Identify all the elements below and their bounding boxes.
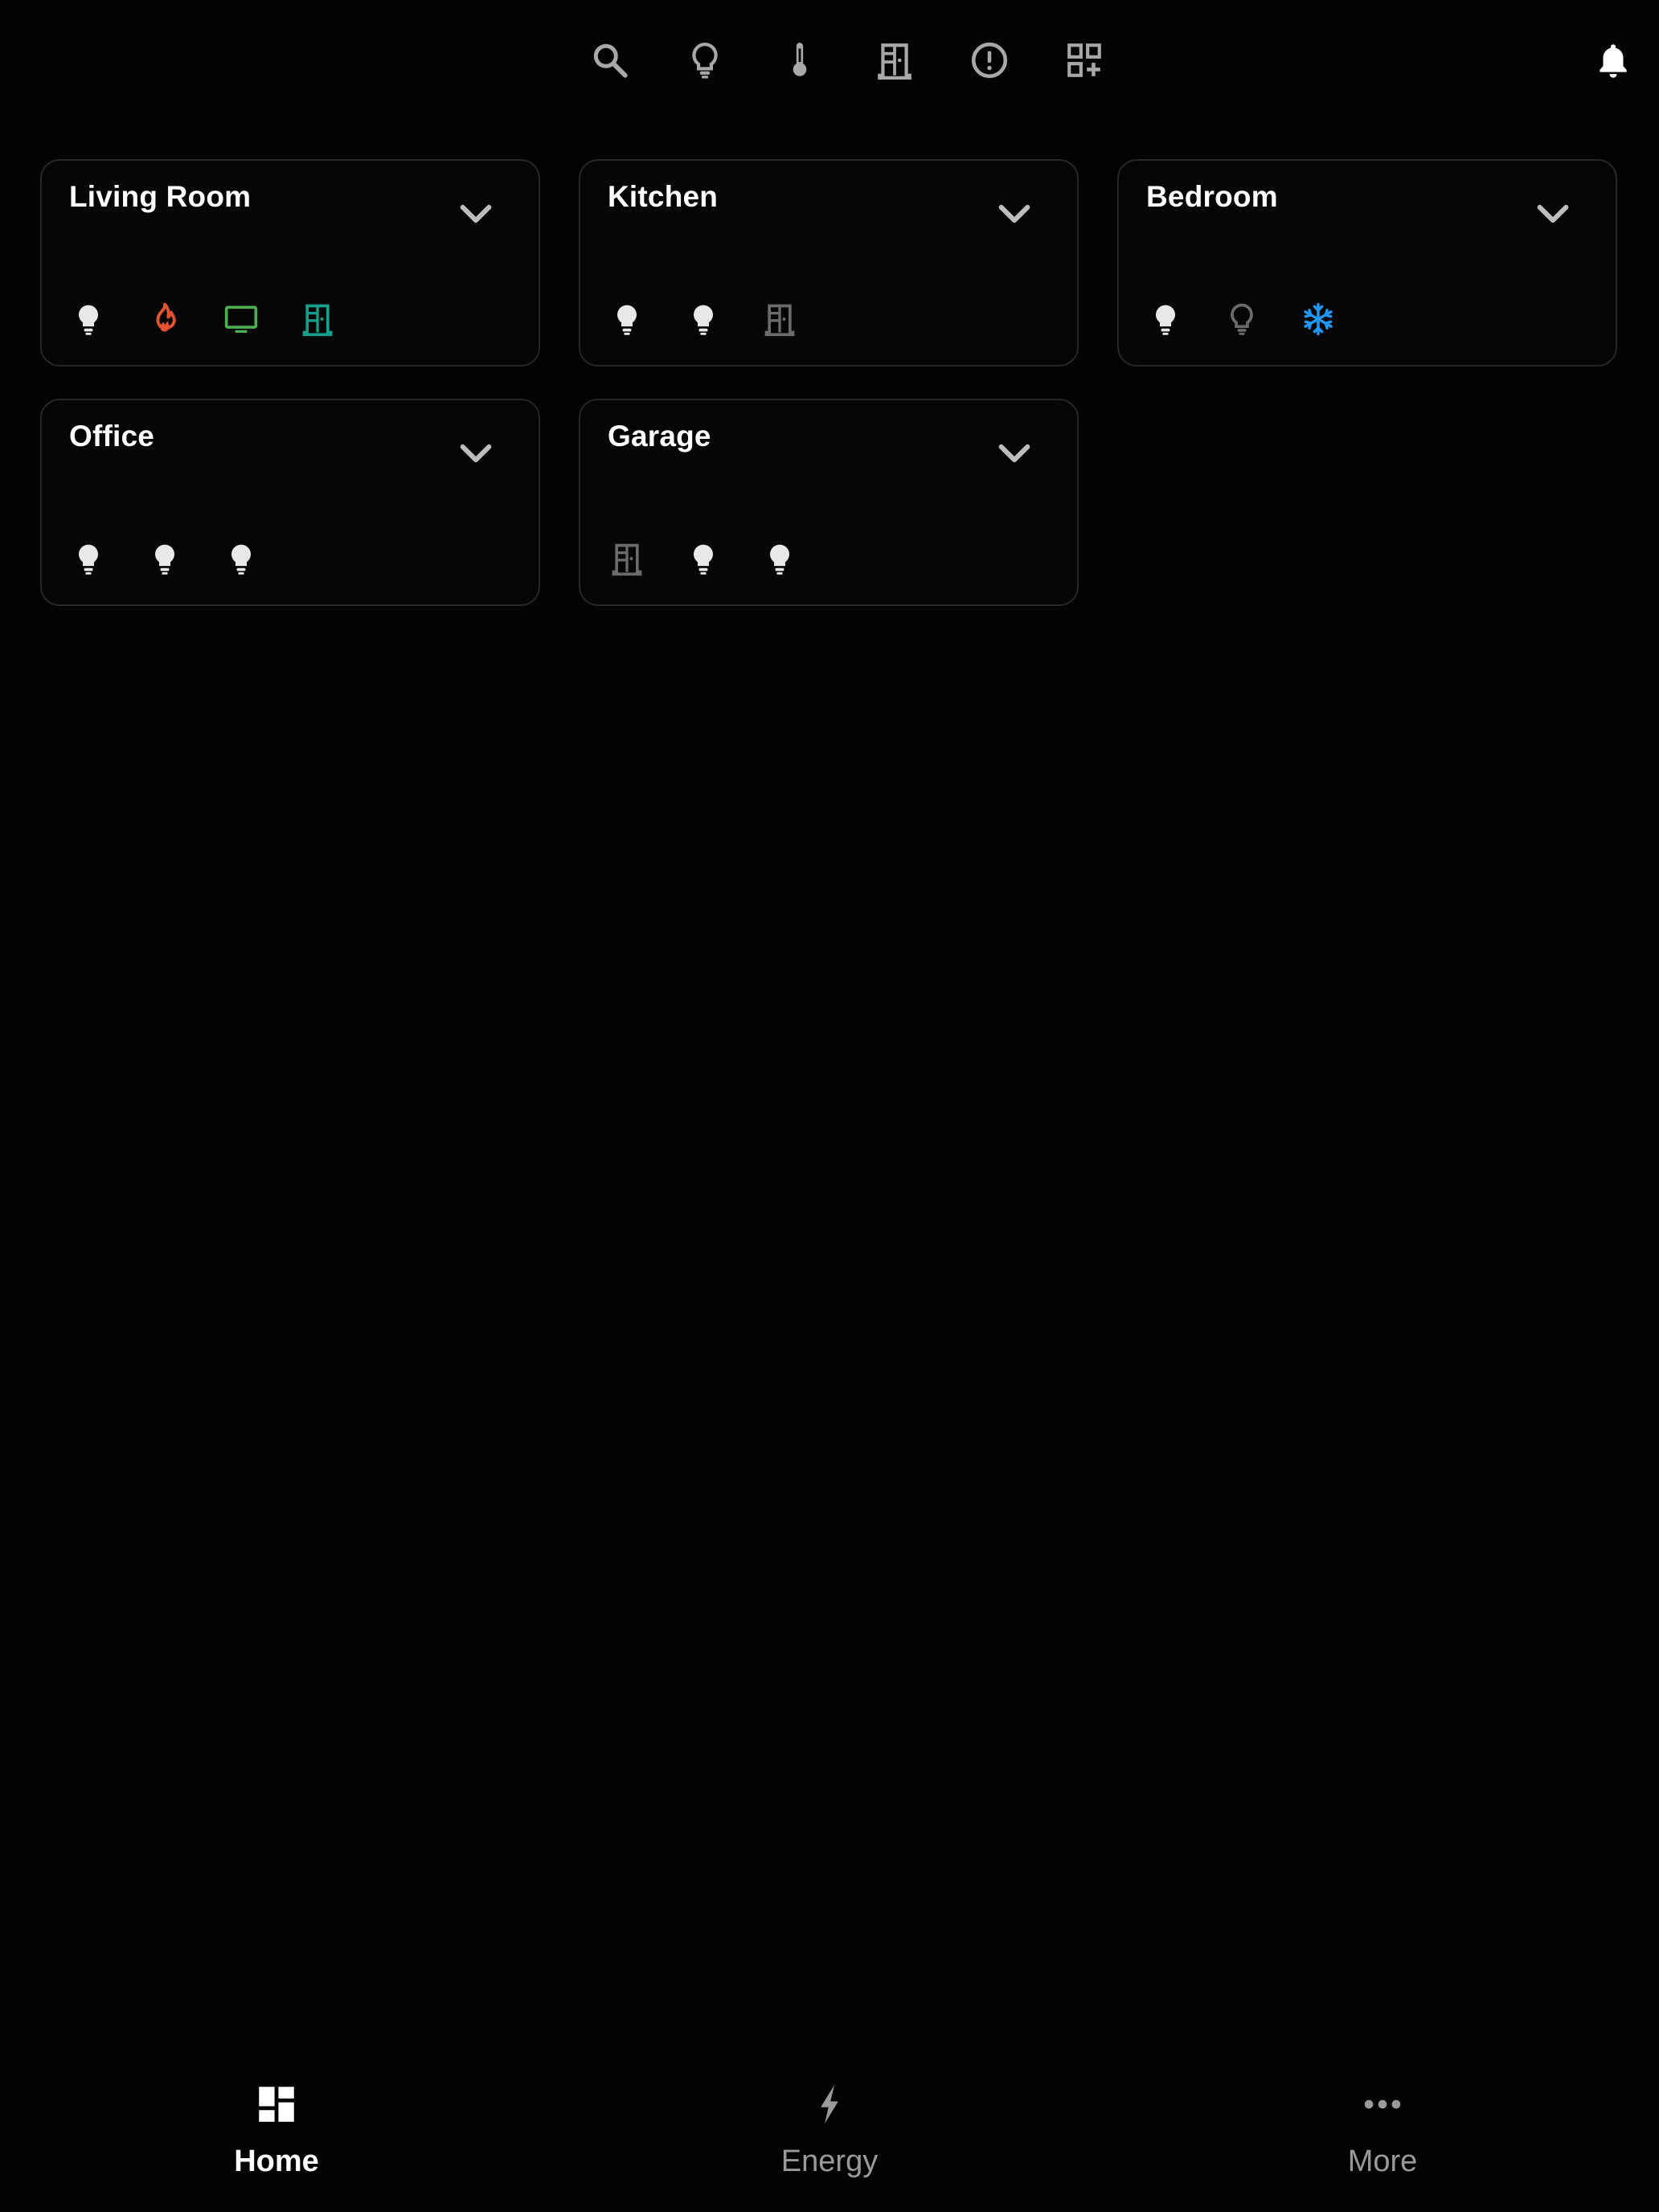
entity-door[interactable] [609,539,686,579]
bell-icon [1600,44,1627,78]
thermometer-icon [793,43,807,76]
entity-light-off[interactable] [1224,299,1301,339]
entity-door[interactable] [300,299,376,339]
area-card-garage[interactable]: Garage [579,399,1079,606]
area-entities [609,299,838,339]
lights-filter-button[interactable] [657,35,752,85]
door-icon [612,543,642,576]
bottom-navigation: Home Energy More [0,2058,1659,2212]
lightning-icon [821,2084,838,2124]
top-bar [0,0,1659,121]
lightbulb-outline-icon [1231,303,1253,335]
lightbulb-icon [617,305,637,335]
search-icon [593,43,628,78]
lightbulb-icon [79,305,98,335]
more-dots-icon [1364,2099,1401,2109]
lightbulb-icon [155,544,174,575]
nav-more[interactable]: More [1262,2058,1503,2212]
chevron-down-icon [998,204,1030,223]
add-widget-icon [1067,43,1101,77]
add-widget-button[interactable] [1037,35,1132,85]
chevron-down-icon [460,204,492,223]
area-card-living-room[interactable]: Living Room [40,159,540,367]
search-button[interactable] [563,35,657,85]
entity-light[interactable] [609,299,686,339]
top-bar-actions [563,35,1132,85]
door-icon [878,43,911,80]
area-entities [609,539,838,579]
lightbulb-icon [1156,305,1175,335]
entity-light[interactable] [686,299,762,339]
climate-filter-button[interactable] [752,35,847,85]
notifications-button[interactable] [1588,35,1638,85]
expand-button[interactable] [992,431,1037,476]
doors-filter-button[interactable] [847,35,942,85]
snowflake-icon [1304,302,1333,336]
door-icon [764,304,795,337]
alerts-button[interactable] [942,35,1037,85]
nav-energy[interactable]: Energy [709,2058,950,2212]
entity-light[interactable] [71,299,147,339]
nav-more-label: More [1347,2144,1418,2178]
chevron-down-icon [998,444,1030,463]
expand-button[interactable] [992,191,1037,236]
area-card-title: Kitchen [608,180,719,213]
area-entities [71,539,300,579]
area-entities [71,299,376,339]
nav-home-label: Home [234,2144,319,2178]
expand-button[interactable] [453,191,498,236]
entity-light[interactable] [1148,299,1224,339]
entity-light[interactable] [223,539,300,579]
nav-energy-label: Energy [780,2144,879,2178]
nav-energy-icon-wrap [709,2079,950,2130]
chevron-down-icon [1537,204,1569,223]
lightbulb-icon [79,544,98,575]
lightbulb-outline-icon [692,43,718,79]
entity-light[interactable] [147,539,223,579]
area-entities [1148,299,1377,339]
entity-door[interactable] [762,299,838,339]
entity-light[interactable] [686,539,762,579]
nav-home[interactable]: Home [156,2058,397,2212]
entity-tv[interactable] [223,299,300,339]
chevron-down-icon [460,444,492,463]
door-icon [302,304,333,337]
area-card-title: Bedroom [1146,180,1278,213]
area-cards-grid: Living Room Kitchen Bedroom Office Garag… [40,159,1619,606]
area-card-title: Garage [608,420,711,453]
dashboard-icon [259,2087,294,2122]
lightbulb-icon [694,544,713,575]
nav-home-icon-wrap [156,2079,397,2130]
alert-circle-icon [971,42,1008,79]
expand-button[interactable] [1530,191,1575,236]
entity-fireplace[interactable] [147,299,223,339]
entity-light[interactable] [762,539,838,579]
lightbulb-icon [231,544,251,575]
entity-ac[interactable] [1301,299,1377,339]
area-card-office[interactable]: Office [40,399,540,606]
area-card-bedroom[interactable]: Bedroom [1117,159,1617,367]
fire-icon [156,302,176,332]
entity-light[interactable] [71,539,147,579]
lightbulb-icon [770,544,789,575]
nav-more-icon-wrap [1262,2079,1503,2130]
tv-icon [224,305,258,334]
area-card-title: Living Room [69,180,252,213]
area-card-kitchen[interactable]: Kitchen [579,159,1079,367]
lightbulb-icon [694,305,713,335]
area-card-title: Office [69,420,155,453]
expand-button[interactable] [453,431,498,476]
app-page: Living Room Kitchen Bedroom Office Garag… [0,0,1659,2212]
